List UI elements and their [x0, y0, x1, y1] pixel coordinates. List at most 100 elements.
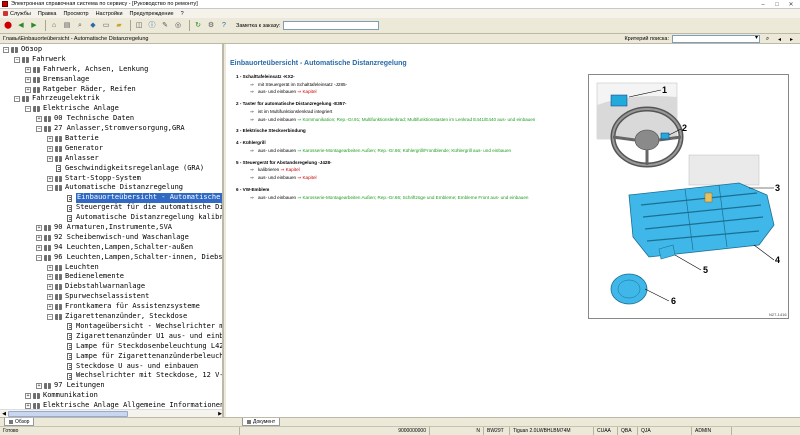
tree-item[interactable]: + Batterie [0, 134, 222, 144]
tree-item[interactable]: Steckdose U aus- und einbauen [0, 362, 222, 372]
diagnosis-icon[interactable]: ◎ [173, 21, 183, 31]
tree-item[interactable]: +97 Leitungen [0, 381, 222, 391]
settings-icon[interactable]: ⚙ [206, 21, 216, 31]
menu-help[interactable]: ? [181, 11, 184, 17]
expand-icon[interactable]: + [47, 294, 53, 301]
tree-item[interactable]: − Fahrwerk [0, 55, 222, 65]
document-icon[interactable]: ▭ [101, 21, 111, 31]
scroll-left-icon[interactable]: ◀ [0, 410, 8, 417]
tree-item[interactable]: + Spurwechselassistent [0, 292, 222, 302]
expand-icon[interactable]: + [47, 274, 53, 281]
expand-icon[interactable]: + [47, 145, 53, 152]
tree-item[interactable]: Lampe für Steckdosenbeleuchtung L42 aus [0, 342, 222, 352]
reference-link[interactable]: ⇒ Kapitel [297, 89, 316, 94]
reference-link[interactable]: ⇒ Karosserie-Montagearbeiten Außen; Rep.… [297, 195, 528, 200]
search-input[interactable] [672, 34, 760, 43]
order-note-input[interactable] [283, 21, 380, 30]
tree-item[interactable]: + Bremsanlage [0, 75, 222, 85]
home-icon[interactable]: ⌂ [49, 21, 59, 31]
collapse-icon[interactable]: − [47, 313, 53, 320]
menu-edit[interactable]: Правка [38, 11, 57, 17]
tree-item[interactable]: Einbauorteübersicht - Automatische Dista [0, 193, 222, 204]
expand-icon[interactable]: + [36, 383, 42, 390]
expand-icon[interactable]: + [47, 155, 53, 162]
tree-item[interactable]: − Zigarettenanzünder, Steckdose [0, 312, 222, 322]
collapse-icon[interactable]: − [47, 185, 53, 192]
tree-item[interactable]: Automatische Distanzregelung kalibrieren [0, 213, 222, 223]
expand-icon[interactable]: + [47, 135, 53, 142]
scroll-right-icon[interactable]: ▶ [216, 410, 222, 417]
tree-item[interactable]: + Generator [0, 144, 222, 154]
tools-icon[interactable]: ✎ [160, 21, 170, 31]
search-next-icon[interactable]: ▸ [787, 35, 796, 43]
search-prev-icon[interactable]: ◂ [775, 35, 784, 43]
reference-link[interactable]: ⇒ Kapitel [297, 175, 316, 180]
tree-item[interactable]: − Automatische Distanzregelung [0, 183, 222, 193]
tree-item[interactable]: +92 Scheibenwisch-und Waschanlage [0, 233, 222, 243]
tree-item[interactable]: + Ratgeber Räder, Reifen [0, 85, 222, 95]
collapse-icon[interactable]: − [36, 126, 42, 133]
tree-item[interactable]: +90 Armaturen,Instrumente,SVA [0, 223, 222, 233]
expand-icon[interactable]: + [36, 234, 42, 241]
search-go-icon[interactable]: ⌕ [763, 35, 772, 43]
tree-item[interactable]: Wechselrichter mit Steckdose, 12 V-230 V [0, 371, 222, 381]
tree-item[interactable]: Steuergerät für die automatische Distanz [0, 203, 222, 213]
collapse-icon[interactable]: − [14, 96, 20, 103]
tree-item[interactable]: + Start-Stopp-System [0, 174, 222, 184]
expand-icon[interactable]: + [47, 175, 53, 182]
expand-icon[interactable]: + [25, 393, 31, 400]
expand-icon[interactable]: + [36, 116, 42, 123]
tree-item[interactable]: − Fahrzeugelektrik [0, 94, 222, 104]
minimize-icon[interactable]: – [756, 2, 770, 8]
vehicle-icon[interactable]: ◫ [134, 21, 144, 31]
tree-item[interactable]: Zigarettenanzünder U1 aus- und einbauen [0, 332, 222, 342]
tab-document[interactable]: Документ [242, 418, 281, 426]
tab-overview[interactable]: Обзор [4, 418, 35, 426]
expand-icon[interactable]: + [36, 244, 42, 251]
tree-item[interactable]: +94 Leuchten,Lampen,Schalter-außen [0, 243, 222, 253]
collapse-icon[interactable]: − [14, 56, 20, 63]
expand-icon[interactable]: + [47, 304, 53, 311]
tree-item[interactable]: + Elektrische Anlage Allgemeine Informati… [0, 401, 222, 409]
expand-icon[interactable]: + [25, 86, 31, 93]
print-icon[interactable]: ▤ [62, 21, 72, 31]
back-icon[interactable]: ◀ [16, 21, 26, 31]
collapse-icon[interactable]: − [36, 254, 42, 261]
collapse-icon[interactable]: − [3, 46, 9, 53]
expand-icon[interactable]: + [36, 224, 42, 231]
reference-link[interactable]: ⇒ Karosserie-Montagearbeiten Außen; Rep.… [297, 148, 511, 153]
tree-item[interactable]: + Frontkamera für Assistenzsysteme [0, 302, 222, 312]
close-icon[interactable]: ✕ [784, 1, 798, 8]
reference-link[interactable]: ⇒ Kommunikation; Rep.-Gr.91; Multifunkti… [297, 117, 535, 122]
help-icon[interactable]: ? [219, 21, 229, 31]
expand-icon[interactable]: + [25, 66, 31, 73]
menu-view[interactable]: Просмотр [63, 11, 88, 17]
info-icon[interactable]: ⓘ [147, 21, 157, 31]
bookmark-icon[interactable]: ◆ [88, 21, 98, 31]
maximize-icon[interactable]: □ [770, 2, 784, 8]
expand-icon[interactable]: + [25, 76, 31, 83]
expand-icon[interactable]: + [47, 264, 53, 271]
forward-icon[interactable]: ▶ [29, 21, 39, 31]
menu-settings[interactable]: Настройки [96, 11, 123, 17]
stop-icon[interactable]: ⬤ [3, 21, 13, 31]
refresh-icon[interactable]: ↻ [193, 21, 203, 31]
horizontal-scrollbar[interactable]: ◀ ▶ [0, 409, 222, 417]
folder-icon[interactable]: ▰ [114, 21, 124, 31]
tree-item[interactable]: − 27 Anlasser,Stromversorgung,GRA [0, 124, 222, 134]
tree-item[interactable]: − 96 Leuchten,Lampen,Schalter-innen, Dieb… [0, 253, 222, 263]
collapse-icon[interactable]: − [25, 106, 31, 113]
expand-icon[interactable]: + [47, 284, 53, 291]
navigation-tree[interactable]: − Обзор − Fahrwerk + Fahrwerk, Achsen, Lenkun… [0, 45, 222, 409]
tree-item[interactable]: Lampe für Zigarettenanzünderbeleuchtung [0, 352, 222, 362]
tree-item[interactable]: + Anlasser [0, 154, 222, 164]
tree-item[interactable]: + Diebstahlwarnanlage [0, 282, 222, 292]
tree-item[interactable]: Geschwindigkeitsregelanlage (GRA) [0, 164, 222, 174]
tree-item[interactable]: − Обзор [0, 45, 222, 55]
tree-item[interactable]: + Fahrwerk, Achsen, Lenkung [0, 65, 222, 75]
tree-item[interactable]: +00 Technische Daten [0, 114, 222, 124]
tree-item[interactable]: − Elektrische Anlage [0, 104, 222, 114]
tree-item[interactable]: + Leuchten [0, 263, 222, 273]
tree-item[interactable]: + Bedienelemente [0, 272, 222, 282]
tree-item[interactable]: + Kommunikation [0, 391, 222, 401]
